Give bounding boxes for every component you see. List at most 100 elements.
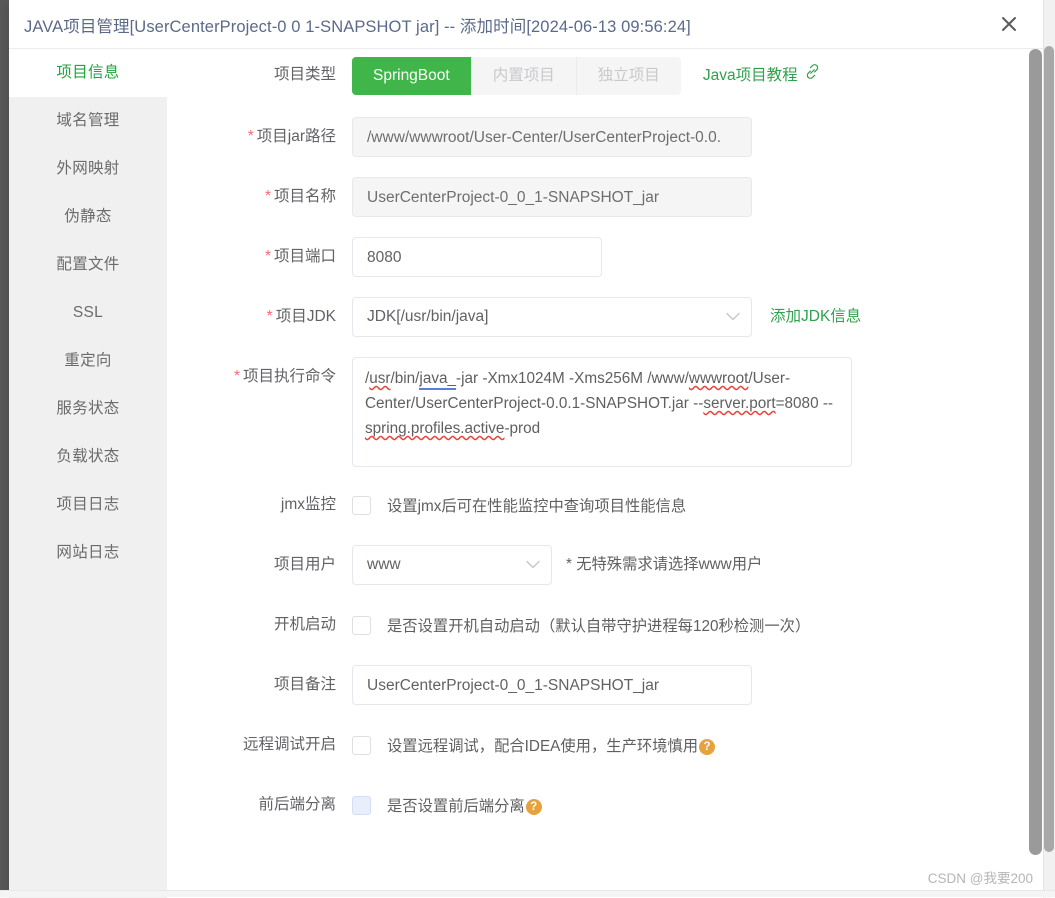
label-remote-debug: 远程调试开启	[242, 736, 336, 754]
sidebar-item-site-log[interactable]: 网站日志	[9, 529, 167, 577]
dialog-body: 项目信息 域名管理 外网映射 伪静态 配置文件 SSL 重定向 服务状态 负载状…	[9, 49, 1043, 898]
sidebar-item-service-status[interactable]: 服务状态	[9, 385, 167, 433]
field-remote-debug: 设置远程调试，配合IDEA使用，生产环境慎用?	[352, 725, 716, 765]
dialog-titlebar: JAVA项目管理[UserCenterProject-0 0 1-SNAPSHO…	[9, 0, 1043, 49]
form-row-boot-start: 开机启动 是否设置开机自动启动（默认自带守护进程每120秒检测一次）	[167, 605, 1043, 645]
link-icon	[804, 57, 821, 95]
background-page-rail	[0, 0, 9, 897]
dialog-sidebar: 项目信息 域名管理 外网映射 伪静态 配置文件 SSL 重定向 服务状态 负载状…	[9, 49, 167, 898]
required-marker: *	[264, 188, 271, 206]
label-project-port: * 项目端口	[167, 237, 352, 277]
page-scrollbar-thumb[interactable]	[1044, 46, 1054, 852]
label-front-back-split: 前后端分离	[258, 796, 336, 814]
front-back-split-description-text: 是否设置前后端分离	[387, 798, 525, 816]
sidebar-item-project-info[interactable]: 项目信息	[9, 49, 167, 97]
label-project-name-text: 项目名称	[273, 188, 336, 206]
label-project-type: 项目类型	[273, 66, 336, 83]
required-marker: *	[233, 368, 240, 386]
form-row-project-remark: 项目备注 UserCenterProject-0_0_1-SNAPSHOT_ja…	[167, 665, 1043, 706]
project-info-form: 项目类型 SpringBoot 内置项目 独立项目 Java项目教程 * 项目j…	[167, 49, 1043, 898]
remote-debug-description-text: 设置远程调试，配合IDEA使用，生产环境慎用	[387, 738, 699, 756]
help-icon[interactable]: ?	[699, 739, 716, 756]
page-scrollbar-track[interactable]	[1043, 0, 1055, 897]
exec-command-textarea[interactable]: /usr/bin/java_-jar -Xmx1024M -Xms256M /w…	[352, 357, 852, 468]
boot-start-description: 是否设置开机自动启动（默认自带守护进程每120秒检测一次）	[387, 618, 811, 636]
exec-command-segment: spring.profiles.active	[365, 420, 505, 438]
chevron-down-icon	[726, 309, 740, 326]
java-tutorial-link-label: Java项目教程	[702, 67, 798, 85]
chevron-down-icon	[526, 557, 540, 574]
project-type-builtin-button[interactable]: 内置项目	[470, 57, 576, 95]
label-boot-start: 开机启动	[273, 616, 336, 634]
close-icon[interactable]	[994, 9, 1024, 39]
exec-command-segment: /bin/	[390, 370, 420, 388]
field-project-port: 8080	[352, 237, 602, 278]
add-jdk-info-link[interactable]: 添加JDK信息	[770, 298, 861, 336]
label-jmx: jmx监控	[280, 496, 336, 514]
exec-command-segment: wwwroot	[688, 370, 749, 388]
jmx-checkbox[interactable]	[352, 495, 371, 515]
project-user-selected-value: www	[367, 556, 401, 574]
label-project-port-text: 项目端口	[273, 248, 336, 266]
front-back-split-checkbox[interactable]	[352, 795, 371, 815]
boot-start-checkbox[interactable]	[352, 615, 371, 635]
project-jdk-select[interactable]: JDK[/usr/bin/java]	[352, 297, 752, 338]
exec-command-segment: -prod	[504, 420, 541, 438]
label-jar-path: * 项目jar路径	[167, 117, 352, 157]
field-exec-command: /usr/bin/java_-jar -Xmx1024M -Xms256M /w…	[352, 357, 852, 468]
remote-debug-description: 设置远程调试，配合IDEA使用，生产环境慎用?	[387, 734, 716, 756]
dialog-title: JAVA项目管理[UserCenterProject-0 0 1-SNAPSHO…	[24, 18, 691, 36]
exec-command-segment: -jar -Xmx1024M -Xms256M /www/	[456, 370, 689, 388]
form-row-project-user: 项目用户 www * 无特殊需求请选择www用户	[167, 545, 1043, 586]
jar-path-input[interactable]: /www/wwwroot/User-Center/UserCenterProje…	[352, 117, 752, 158]
project-remark-input[interactable]: UserCenterProject-0_0_1-SNAPSHOT_jar	[352, 665, 752, 706]
project-user-select[interactable]: www	[352, 545, 552, 586]
form-row-jmx: jmx监控 设置jmx后可在性能监控中查询项目性能信息	[167, 485, 1043, 525]
form-row-front-back-split: 前后端分离 是否设置前后端分离?	[167, 785, 1043, 825]
sidebar-item-redirect[interactable]: 重定向	[9, 337, 167, 385]
sidebar-item-domain-manage[interactable]: 域名管理	[9, 97, 167, 145]
exec-command-segment: server.port	[703, 395, 776, 413]
field-front-back-split: 是否设置前后端分离?	[352, 785, 542, 825]
dialog-scrollbar-thumb[interactable]	[1029, 49, 1042, 855]
exec-command-segment: usr	[369, 370, 391, 388]
form-row-jar-path: * 项目jar路径 /www/wwwroot/User-Center/UserCe…	[167, 117, 1043, 158]
label-exec-command: * 项目执行命令	[167, 357, 352, 397]
form-row-project-name: * 项目名称 UserCenterProject-0_0_1-SNAPSHOT_j…	[167, 177, 1043, 218]
sidebar-item-ssl[interactable]: SSL	[9, 289, 167, 337]
exec-command-segment: =8080 --	[775, 395, 834, 413]
project-port-input[interactable]: 8080	[352, 237, 602, 278]
sidebar-item-external-mapping[interactable]: 外网映射	[9, 145, 167, 193]
field-project-remark: UserCenterProject-0_0_1-SNAPSHOT_jar	[352, 665, 752, 706]
sidebar-item-load-status[interactable]: 负载状态	[9, 433, 167, 481]
field-project-user: www * 无特殊需求请选择www用户	[352, 545, 763, 586]
field-project-type: SpringBoot 内置项目 独立项目 Java项目教程	[352, 55, 821, 95]
form-row-project-type: 项目类型 SpringBoot 内置项目 独立项目 Java项目教程	[167, 55, 1043, 95]
remote-debug-checkbox[interactable]	[352, 735, 371, 755]
label-project-jdk: * 项目JDK	[167, 297, 352, 337]
sidebar-item-config-file[interactable]: 配置文件	[9, 241, 167, 289]
field-jar-path: /www/wwwroot/User-Center/UserCenterProje…	[352, 117, 752, 158]
front-back-split-description: 是否设置前后端分离?	[387, 794, 542, 816]
project-type-standalone-button[interactable]: 独立项目	[575, 57, 681, 95]
sidebar-item-pseudo-static[interactable]: 伪静态	[9, 193, 167, 241]
field-project-jdk: JDK[/usr/bin/java] 添加JDK信息	[352, 297, 861, 338]
project-name-input[interactable]: UserCenterProject-0_0_1-SNAPSHOT_jar	[352, 177, 752, 218]
project-type-springboot-button[interactable]: SpringBoot	[352, 57, 471, 95]
label-project-jdk-text: 项目JDK	[275, 308, 336, 326]
form-row-project-port: * 项目端口 8080	[167, 237, 1043, 278]
label-project-name: * 项目名称	[167, 177, 352, 217]
required-marker: *	[247, 128, 254, 146]
help-icon[interactable]: ?	[525, 799, 542, 816]
page-bottom-edge	[0, 890, 1055, 897]
java-tutorial-link[interactable]: Java项目教程	[703, 57, 821, 95]
java-project-manage-dialog: JAVA项目管理[UserCenterProject-0 0 1-SNAPSHO…	[9, 0, 1043, 898]
project-user-hint: * 无特殊需求请选择www用户	[566, 556, 763, 574]
jmx-description: 设置jmx后可在性能监控中查询项目性能信息	[387, 498, 687, 516]
sidebar-item-project-log[interactable]: 项目日志	[9, 481, 167, 529]
label-project-remark: 项目备注	[273, 676, 336, 694]
exec-command-segment: java_	[419, 370, 456, 391]
project-jdk-selected-value: JDK[/usr/bin/java]	[367, 308, 489, 326]
label-exec-command-text: 项目执行命令	[242, 368, 336, 386]
label-project-user: 项目用户	[273, 556, 336, 574]
